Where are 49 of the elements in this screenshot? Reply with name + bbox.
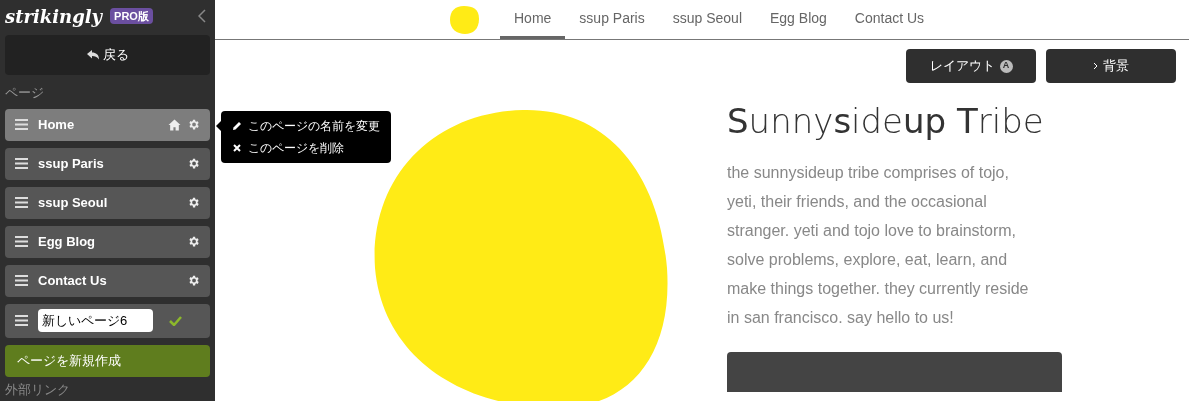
page-name-field[interactable]: 新しいページ6 <box>38 309 153 332</box>
drag-handle-icon[interactable] <box>15 119 28 130</box>
page-item[interactable]: ssup Seoul <box>5 186 210 219</box>
page-name: ssup Seoul <box>38 193 108 212</box>
drag-handle-icon[interactable] <box>15 158 28 169</box>
collapse-icon[interactable] <box>198 9 206 23</box>
drag-handle-icon[interactable] <box>15 315 28 326</box>
page-name: Egg Blog <box>38 232 96 251</box>
menu-item[interactable]: このページを削除 <box>221 139 391 157</box>
nav-link[interactable]: Contact Us <box>840 0 939 39</box>
logo: strikingly <box>5 4 103 29</box>
page-name: ssup Paris <box>38 154 104 173</box>
page-item[interactable]: Home <box>5 108 210 141</box>
drag-handle-icon[interactable] <box>15 197 28 208</box>
page-item[interactable]: ssup Paris <box>5 147 210 180</box>
nav-link[interactable]: Home <box>500 0 566 39</box>
layout-button[interactable]: レイアウト A <box>906 49 1036 83</box>
nav-link[interactable]: Egg Blog <box>756 0 841 39</box>
nav-link[interactable]: ssup Seoul <box>658 0 756 39</box>
page-name: Home <box>38 115 75 134</box>
pro-badge: PRO版 <box>110 7 153 25</box>
create-page-button[interactable]: ページを新規作成 <box>5 344 210 377</box>
check-icon[interactable] <box>169 315 182 326</box>
gear-icon[interactable] <box>187 274 200 287</box>
reply-icon <box>86 50 99 60</box>
page-item[interactable]: Egg Blog <box>5 225 210 258</box>
gear-icon[interactable] <box>187 235 200 248</box>
back-button[interactable]: 戻る <box>5 35 210 75</box>
badge: A <box>999 59 1013 73</box>
nav-link[interactable]: ssup Paris <box>565 0 659 39</box>
hero-title: Sunnysideup Tribe <box>727 103 1045 141</box>
gear-icon[interactable] <box>187 157 200 170</box>
page-name: Contact Us <box>38 271 107 290</box>
home-icon <box>168 118 181 131</box>
gear-icon[interactable] <box>187 118 200 131</box>
hero-text: the sunnysideup tribe comprises of tojo, yeti, their friends, and the occasional stranger. yeti and tojo love to brainstorm, solve problems, explore, eat, learn, and make things together. they currently reside in san francisco. say hello to us! <box>727 163 1030 329</box>
drag-handle-icon[interactable] <box>15 275 28 286</box>
gear-icon[interactable] <box>187 196 200 209</box>
drag-handle-icon[interactable] <box>15 236 28 247</box>
logo-icon <box>449 4 480 35</box>
section-label: ページ <box>5 84 45 102</box>
chevron-icon <box>1093 62 1098 70</box>
section-label: 外部リンク <box>5 380 71 399</box>
background-button[interactable]: 背景 <box>1046 49 1176 83</box>
menu-item[interactable]: このページの名前を変更 <box>221 117 391 135</box>
close-icon <box>232 143 242 153</box>
cta-button[interactable] <box>727 352 1062 393</box>
page-item[interactable]: Contact Us <box>5 264 210 297</box>
pencil-icon <box>232 121 242 131</box>
